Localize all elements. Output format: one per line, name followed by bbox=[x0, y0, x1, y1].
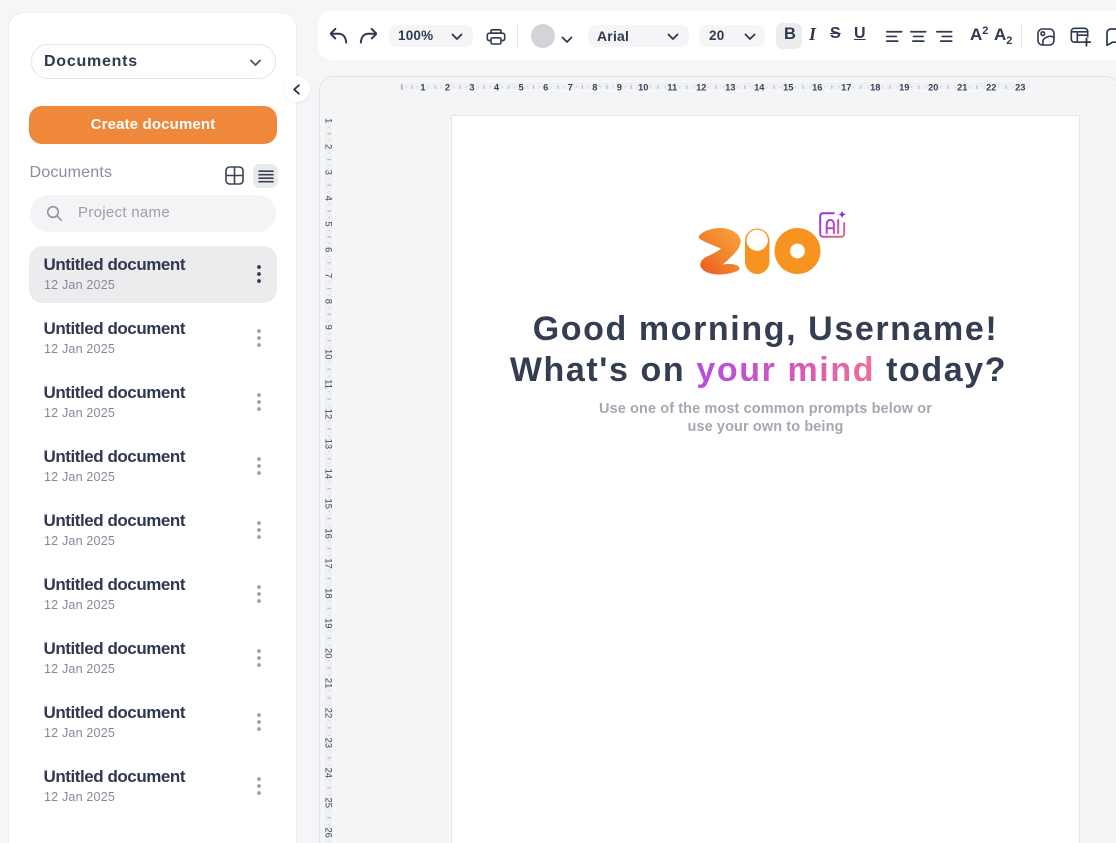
svg-text:11: 11 bbox=[667, 82, 677, 92]
svg-text:15: 15 bbox=[783, 82, 793, 92]
svg-text:5: 5 bbox=[518, 82, 523, 92]
svg-text:18: 18 bbox=[324, 588, 335, 598]
svg-text:17: 17 bbox=[841, 82, 851, 92]
svg-text:3: 3 bbox=[469, 82, 474, 92]
svg-text:23: 23 bbox=[1015, 82, 1025, 92]
svg-text:5: 5 bbox=[324, 221, 335, 226]
svg-text:4: 4 bbox=[324, 196, 335, 201]
svg-text:6: 6 bbox=[324, 247, 335, 252]
svg-text:13: 13 bbox=[324, 439, 335, 449]
svg-text:25: 25 bbox=[324, 797, 335, 807]
svg-text:10: 10 bbox=[638, 82, 648, 92]
svg-text:23: 23 bbox=[324, 738, 335, 748]
svg-text:16: 16 bbox=[812, 82, 822, 92]
svg-text:19: 19 bbox=[324, 618, 335, 628]
svg-text:12: 12 bbox=[324, 409, 335, 419]
svg-text:10: 10 bbox=[324, 349, 335, 359]
svg-text:12: 12 bbox=[696, 82, 706, 92]
svg-text:1: 1 bbox=[324, 118, 335, 123]
svg-text:2: 2 bbox=[444, 82, 449, 92]
svg-text:20: 20 bbox=[928, 82, 938, 92]
svg-text:21: 21 bbox=[957, 82, 967, 92]
svg-text:18: 18 bbox=[870, 82, 880, 92]
svg-text:22: 22 bbox=[324, 708, 335, 718]
svg-text:6: 6 bbox=[543, 82, 548, 92]
svg-text:1: 1 bbox=[420, 82, 425, 92]
svg-text:15: 15 bbox=[324, 498, 335, 508]
svg-text:16: 16 bbox=[324, 528, 335, 538]
svg-text:7: 7 bbox=[567, 82, 572, 92]
svg-text:21: 21 bbox=[324, 678, 335, 688]
svg-text:20: 20 bbox=[324, 648, 335, 658]
svg-text:3: 3 bbox=[324, 170, 335, 175]
svg-text:13: 13 bbox=[725, 82, 735, 92]
svg-text:11: 11 bbox=[324, 379, 335, 389]
svg-text:22: 22 bbox=[986, 82, 996, 92]
svg-text:7: 7 bbox=[324, 273, 335, 278]
svg-text:4: 4 bbox=[493, 82, 499, 92]
svg-text:14: 14 bbox=[324, 469, 335, 479]
svg-text:14: 14 bbox=[754, 82, 765, 92]
svg-text:19: 19 bbox=[899, 82, 909, 92]
svg-text:8: 8 bbox=[324, 299, 335, 304]
svg-text:2: 2 bbox=[324, 144, 335, 149]
svg-text:17: 17 bbox=[324, 558, 335, 568]
svg-text:24: 24 bbox=[324, 768, 335, 778]
svg-text:8: 8 bbox=[592, 82, 597, 92]
svg-text:9: 9 bbox=[616, 82, 621, 92]
svg-text:9: 9 bbox=[324, 325, 335, 330]
svg-text:26: 26 bbox=[324, 827, 335, 837]
